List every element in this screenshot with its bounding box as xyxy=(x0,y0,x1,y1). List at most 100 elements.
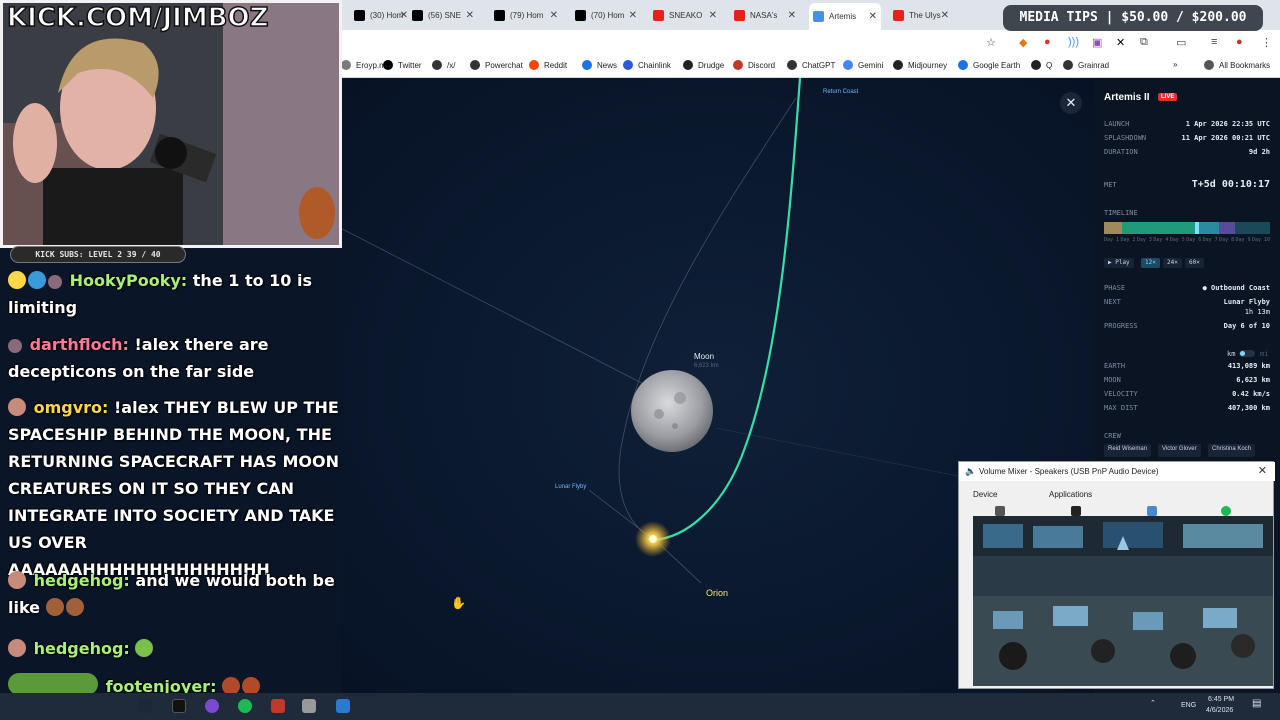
browser-tab[interactable]: (30) Hom ✕ xyxy=(350,5,412,25)
unit-km-label: km xyxy=(1227,350,1236,358)
bookmark-item[interactable]: /x/ xyxy=(432,60,455,70)
tab-label: (56) SNE xyxy=(428,10,461,20)
moon-crater xyxy=(654,409,664,419)
extension-icon[interactable]: ▣ xyxy=(1092,36,1102,49)
outbound-trajectory-line xyxy=(618,97,797,539)
crew-chip[interactable]: Victor Glover xyxy=(1158,444,1201,457)
bookmark-item[interactable]: Grainrad xyxy=(1063,60,1109,70)
clock-time[interactable]: 6:45 PM xyxy=(1208,696,1234,703)
mixer-close-button[interactable]: ✕ xyxy=(1258,462,1267,481)
audio-icon[interactable]: ))) xyxy=(1068,36,1079,48)
bookmark-item[interactable]: All Bookmarks xyxy=(1204,60,1270,70)
chat-message: hedgehog: and we would both be like xyxy=(8,571,335,617)
tab-close-icon[interactable]: ✕ xyxy=(466,10,474,21)
clock-date[interactable]: 4/6/2026 xyxy=(1206,707,1233,714)
moon-distance-label: 6,623 km xyxy=(694,363,719,369)
mission-info-panel: Artemis II LIVE LAUNCH 1 Apr 2026 22:35 U… xyxy=(1094,78,1280,470)
timeline-day-label: Day 10 xyxy=(1251,237,1270,243)
reading-list-icon[interactable]: ≡ xyxy=(1211,36,1217,48)
bookmark-item[interactable]: Drudge xyxy=(683,60,724,70)
return-trajectory-line xyxy=(652,78,802,542)
bookmark-label: Google Earth xyxy=(973,60,1021,70)
tab-label: (70) Hom xyxy=(591,10,625,20)
browser-tab[interactable]: The Ulys ✕ xyxy=(889,5,953,25)
dancing-emote-icon xyxy=(135,639,154,657)
tab-label: NASA's xyxy=(750,10,778,20)
more-bookmarks-icon[interactable]: » xyxy=(1173,60,1177,69)
profile-avatar-icon[interactable]: ● xyxy=(1236,36,1243,48)
tab-close-icon[interactable]: ✕ xyxy=(629,10,637,21)
bookmark-item[interactable]: Q xyxy=(1031,60,1052,70)
extension-badge-icon[interactable]: ● xyxy=(1044,36,1051,48)
globe-icon xyxy=(813,11,824,22)
puzzle-icon[interactable]: ⧉ xyxy=(1140,36,1148,49)
webcam-feed: KICK.COM/JIMBOZ xyxy=(0,0,342,248)
chat-message: hedgehog: xyxy=(8,635,353,662)
unit-toggle[interactable] xyxy=(1239,350,1255,357)
tab-close-icon[interactable]: ✕ xyxy=(400,10,408,21)
app-icon[interactable] xyxy=(271,699,285,713)
chibi-emote-icon xyxy=(65,598,84,616)
bookmark-item[interactable]: Discord xyxy=(733,60,775,70)
browser-tab[interactable]: NASA's ✕ xyxy=(730,5,800,25)
hand-cursor-icon: ✋ xyxy=(451,596,466,610)
steam-icon[interactable] xyxy=(138,699,152,713)
language-indicator[interactable]: ENG xyxy=(1181,702,1196,709)
browser-tab[interactable]: Artemis ✕ xyxy=(809,3,881,30)
telegram-icon[interactable] xyxy=(336,699,350,713)
crew-chip[interactable]: Christina Koch xyxy=(1208,444,1256,457)
star-icon[interactable]: ☆ xyxy=(986,36,996,49)
browser-tab[interactable]: SNEAKO ✕ xyxy=(649,5,721,25)
bookmark-label: /x/ xyxy=(447,60,456,70)
tab-close-icon[interactable]: ✕ xyxy=(869,11,877,22)
bookmark-label: ChatGPT xyxy=(802,60,836,70)
timeline-day-label: Day 6 xyxy=(1186,237,1202,243)
tab-close-icon[interactable]: ✕ xyxy=(788,10,796,21)
spotify-icon[interactable] xyxy=(238,699,252,713)
bookmark-label: Discord xyxy=(748,60,776,70)
device-icon xyxy=(995,506,1005,516)
speed-24x-button[interactable]: 24× xyxy=(1163,258,1182,268)
timeline-label: TIMELINE xyxy=(1104,209,1138,217)
cast-icon[interactable]: ▭ xyxy=(1176,36,1186,49)
metamask-icon[interactable]: ◆ xyxy=(1019,36,1027,49)
mixer-title-bar[interactable]: 🔈 Volume Mixer - Speakers (USB PnP Audio… xyxy=(959,462,1275,481)
timeline-bar[interactable] xyxy=(1104,222,1270,234)
timeline-segment xyxy=(1198,222,1219,234)
bookmark-item[interactable]: Chainlink xyxy=(623,60,671,70)
bookmark-item[interactable]: Powerchat xyxy=(470,60,523,70)
menu-icon[interactable]: ⋮ xyxy=(1261,36,1272,49)
browser-tab[interactable]: (70) Hom ✕ xyxy=(571,5,641,25)
bookmark-label: Midjourney xyxy=(908,60,948,70)
bookmark-item[interactable]: Midjourney xyxy=(893,60,947,70)
x-extension-icon[interactable]: ✕ xyxy=(1116,36,1125,49)
moon-distance-row: MOON 6,623 km xyxy=(1104,376,1270,384)
tray-chevron-icon[interactable]: ⌃ xyxy=(1150,699,1156,707)
app-icon[interactable] xyxy=(302,699,316,713)
bookmark-item[interactable]: Twitter xyxy=(383,60,422,70)
speed-12x-button[interactable]: 12× xyxy=(1141,258,1160,268)
tab-close-icon[interactable]: ✕ xyxy=(550,10,558,21)
windows-taskbar: ⌃ ENG 6:45 PM 4/6/2026 ▤ xyxy=(0,693,1280,720)
terminal-icon[interactable] xyxy=(172,699,186,713)
browser-tab[interactable]: (79) Hom ✕ xyxy=(490,5,562,25)
bookmark-item[interactable]: ChatGPT xyxy=(787,60,835,70)
tab-close-icon[interactable]: ✕ xyxy=(941,10,949,21)
mission-control-image xyxy=(973,516,1273,686)
moon-body[interactable] xyxy=(631,370,713,452)
orion-marker[interactable] xyxy=(649,535,657,543)
device-label: Device xyxy=(973,490,998,499)
play-button[interactable]: ▶ Play xyxy=(1104,258,1134,268)
speed-60x-button[interactable]: 60× xyxy=(1185,258,1204,268)
close-view-button[interactable]: ✕ xyxy=(1060,92,1082,114)
browser-tab[interactable]: (56) SNE ✕ xyxy=(408,5,478,25)
bookmark-item[interactable]: News xyxy=(582,60,617,70)
bookmark-item[interactable]: Google Earth xyxy=(958,60,1020,70)
crew-chip[interactable]: Reid Wiseman xyxy=(1104,444,1152,457)
openai-icon xyxy=(787,60,797,70)
app-icon[interactable] xyxy=(205,699,219,713)
bookmark-item[interactable]: Gemini xyxy=(843,60,883,70)
notification-icon[interactable]: ▤ xyxy=(1252,698,1261,709)
bookmark-item[interactable]: Reddit xyxy=(529,60,567,70)
tab-close-icon[interactable]: ✕ xyxy=(709,10,717,21)
